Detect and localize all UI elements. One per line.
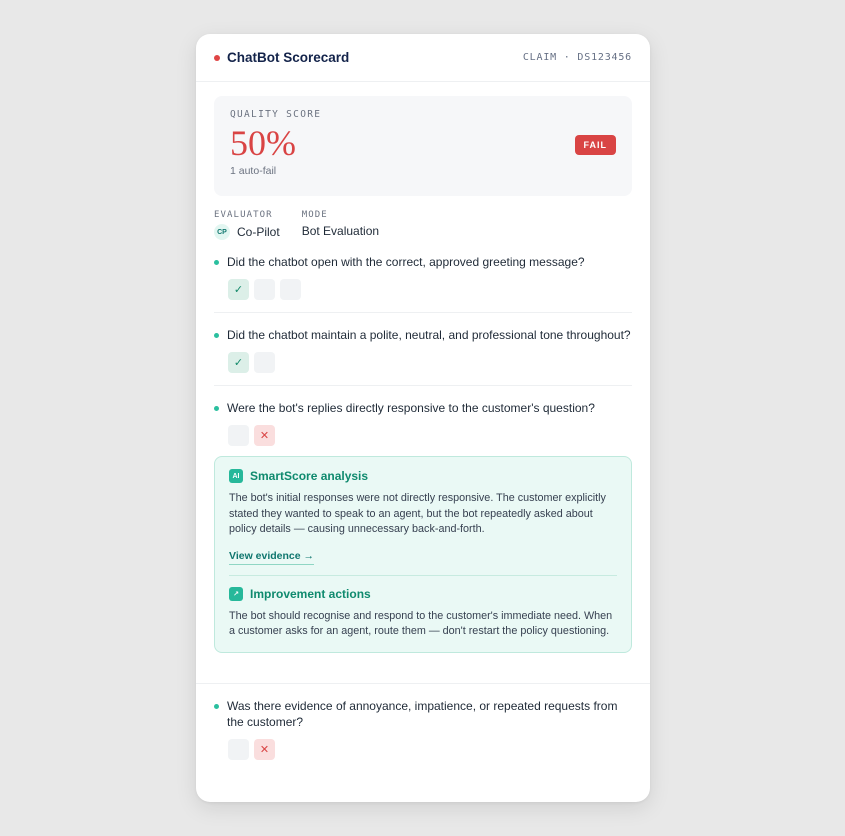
question-item: Did the chatbot maintain a polite, neutr… [214,313,632,386]
answer-option[interactable] [228,425,249,446]
fail-badge: FAIL [574,135,616,155]
check-icon[interactable]: ✓ [228,352,249,373]
answer-option[interactable] [280,279,301,300]
ai-icon: AI [229,469,243,483]
card-header: ChatBot Scorecard CLAIM · DS123456 [196,34,650,82]
card-body: QUALITY SCORE 50% 1 auto-fail FAIL EVALU… [196,82,650,772]
mode-label: MODE [301,210,328,220]
evaluator-block: EVALUATOR CP Co-Pilot [214,210,280,240]
question-item: Did the chatbot open with the correct, a… [214,240,632,313]
check-icon[interactable]: ✓ [228,279,249,300]
question-text: Did the chatbot maintain a polite, neutr… [227,328,631,342]
brand: ChatBot Scorecard [214,50,349,65]
status-dot-icon [214,54,220,61]
answer-option[interactable] [254,279,275,300]
bullet-icon [214,406,219,411]
scorecard-card: ChatBot Scorecard CLAIM · DS123456 QUALI… [196,34,650,802]
analysis-text: The bot's initial responses were not dir… [229,492,606,535]
trend-up-icon: ↗ [229,586,243,601]
answer-option[interactable] [254,352,275,373]
smartscore-analysis-panel: AI SmartScore analysis The bot's initial… [214,456,632,653]
quality-score-value: 50% [230,123,296,163]
answer-options: ✕ [228,425,632,446]
mode-text: Bot Evaluation [301,224,380,238]
bullet-icon [214,260,219,265]
mode-value: Bot Evaluation [302,224,379,238]
answer-option[interactable] [228,738,249,760]
bullet-icon [214,333,219,338]
evaluator-name: Co-Pilot [237,225,280,239]
evaluator-value: CP Co-Pilot [214,224,280,240]
analysis-title: SmartScore analysis [250,469,369,483]
question-item: Was there evidence of annoyance, impatie… [214,684,632,772]
quality-score-panel: QUALITY SCORE 50% 1 auto-fail FAIL [214,96,632,196]
bullet-icon [214,703,219,709]
scorecard-title: ChatBot Scorecard [227,50,350,65]
answer-options: ✕ [228,738,632,760]
evaluator-label: EVALUATOR [214,210,273,220]
mode-block: MODE Bot Evaluation [302,210,379,240]
improvement-title: Improvement actions [250,586,371,601]
claim-id: CLAIM · DS123456 [522,52,632,63]
cross-icon[interactable]: ✕ [254,425,275,446]
quality-score-label: QUALITY SCORE [230,109,322,120]
answer-options: ✓ [228,279,632,300]
cross-icon[interactable]: ✕ [254,738,275,760]
question-text: Did the chatbot open with the correct, a… [227,255,585,269]
improvement-text: The bot should recognise and respond to … [229,609,613,638]
avatar: CP [214,224,230,240]
question-text: Was there evidence of annoyance, impatie… [227,698,618,729]
evaluation-meta: EVALUATOR CP Co-Pilot MODE Bot Evaluatio… [214,210,632,240]
question-item: Were the bot's replies directly responsi… [214,386,632,665]
question-text: Were the bot's replies directly responsi… [227,401,595,415]
auto-fail-count: 1 auto-fail [230,165,277,177]
analysis-divider [229,574,617,576]
answer-options: ✓ [228,352,632,373]
view-evidence-link[interactable]: View evidence → [229,550,315,565]
